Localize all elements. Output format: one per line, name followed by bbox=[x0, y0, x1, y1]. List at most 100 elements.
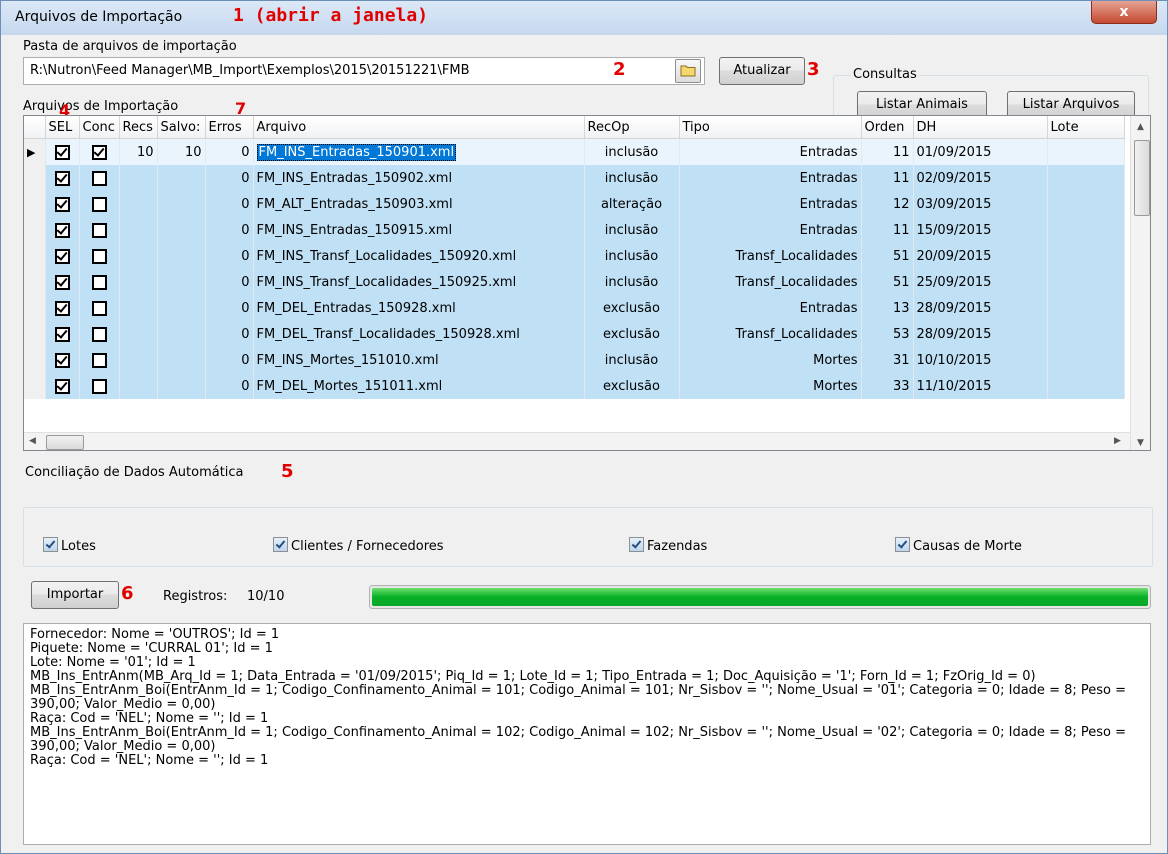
col-header[interactable]: Salvo: bbox=[157, 116, 206, 139]
sel-checkbox[interactable] bbox=[54, 300, 70, 316]
import-button[interactable]: Importar bbox=[31, 581, 119, 609]
recop-cell[interactable]: inclusão bbox=[584, 243, 680, 269]
recop-cell[interactable]: alteração bbox=[584, 191, 680, 217]
tipo-cell[interactable]: Transf_Localidades bbox=[679, 321, 862, 347]
arquivo-cell[interactable]: FM_INS_Mortes_151010.xml bbox=[253, 347, 585, 373]
arquivo-cell[interactable]: FM_ALT_Entradas_150903.xml bbox=[253, 191, 585, 217]
sel-checkbox[interactable] bbox=[54, 274, 70, 290]
recs-cell[interactable] bbox=[119, 191, 158, 217]
recop-cell[interactable]: inclusão bbox=[584, 138, 680, 165]
dh-cell[interactable]: 02/09/2015 bbox=[913, 165, 1048, 191]
recs-cell[interactable] bbox=[119, 321, 158, 347]
conc-cell[interactable] bbox=[79, 165, 120, 191]
lote-cell[interactable] bbox=[1047, 165, 1125, 191]
col-header[interactable]: RecOp bbox=[584, 116, 680, 139]
tipo-cell[interactable]: Mortes bbox=[679, 373, 862, 399]
arquivo-cell[interactable]: FM_INS_Entradas_150901.xml bbox=[253, 138, 585, 165]
sel-cell[interactable] bbox=[45, 217, 80, 243]
sel-cell[interactable] bbox=[45, 138, 80, 165]
conc-cell[interactable] bbox=[79, 347, 120, 373]
sel-checkbox[interactable] bbox=[54, 170, 70, 186]
conc-checkbox[interactable] bbox=[91, 144, 107, 160]
browse-folder-button[interactable] bbox=[675, 59, 701, 83]
dh-cell[interactable]: 01/09/2015 bbox=[913, 138, 1048, 165]
sel-checkbox[interactable] bbox=[54, 248, 70, 264]
recs-cell[interactable] bbox=[119, 217, 158, 243]
conc-cell[interactable] bbox=[79, 295, 120, 321]
recs-cell[interactable]: 10 bbox=[119, 138, 158, 165]
scroll-up-icon[interactable]: ▲ bbox=[1137, 122, 1144, 132]
col-header[interactable]: Erros bbox=[205, 116, 254, 139]
table-row[interactable]: 0 FM_DEL_Transf_Localidades_150928.xml exc… bbox=[24, 321, 1125, 347]
sel-checkbox[interactable] bbox=[54, 352, 70, 368]
conc-checkbox[interactable] bbox=[91, 222, 107, 238]
table-row[interactable]: 0 FM_INS_Entradas_150915.xml inclusão Entra… bbox=[24, 217, 1125, 243]
table-row[interactable]: 0 FM_DEL_Mortes_151011.xml exclusão Mortes 3… bbox=[24, 373, 1125, 399]
ordem-cell[interactable]: 31 bbox=[861, 347, 914, 373]
title-bar[interactable]: Arquivos de Importação 1 (abrir a janela… bbox=[1, 1, 1167, 35]
sel-checkbox[interactable] bbox=[54, 144, 70, 160]
dh-cell[interactable]: 15/09/2015 bbox=[913, 217, 1048, 243]
lote-cell[interactable] bbox=[1047, 269, 1125, 295]
row-indicator-cell[interactable]: ▶ bbox=[24, 138, 46, 165]
sel-cell[interactable] bbox=[45, 243, 80, 269]
conc-checkbox[interactable] bbox=[91, 170, 107, 186]
arquivo-cell[interactable]: FM_DEL_Transf_Localidades_150928.xml bbox=[253, 321, 585, 347]
erros-cell[interactable]: 0 bbox=[205, 295, 254, 321]
conc-checkbox[interactable] bbox=[91, 274, 107, 290]
lote-cell[interactable] bbox=[1047, 138, 1125, 165]
checkbox-causas-de-morte[interactable]: Causas de Morte bbox=[895, 537, 1022, 554]
import-files-grid[interactable]: SEL Conc Recs Salvo: Erros Arquivo RecOp… bbox=[23, 115, 1151, 451]
arquivo-cell[interactable]: FM_INS_Entradas_150915.xml bbox=[253, 217, 585, 243]
conc-cell[interactable] bbox=[79, 269, 120, 295]
table-row[interactable]: 0 FM_INS_Mortes_151010.xml inclusão Mortes 3… bbox=[24, 347, 1125, 373]
conc-cell[interactable] bbox=[79, 191, 120, 217]
sel-checkbox[interactable] bbox=[54, 196, 70, 212]
dh-cell[interactable]: 10/10/2015 bbox=[913, 347, 1048, 373]
erros-cell[interactable]: 0 bbox=[205, 269, 254, 295]
erros-cell[interactable]: 0 bbox=[205, 191, 254, 217]
horizontal-scrollbar[interactable]: ◀ ▶ bbox=[24, 432, 1130, 450]
salvos-cell[interactable] bbox=[157, 269, 206, 295]
sel-checkbox[interactable] bbox=[54, 326, 70, 342]
row-indicator-cell[interactable] bbox=[24, 321, 46, 347]
tipo-cell[interactable]: Transf_Localidades bbox=[679, 269, 862, 295]
salvos-cell[interactable]: 10 bbox=[157, 138, 206, 165]
table-row[interactable]: 0 FM_INS_Entradas_150902.xml inclusão Entra… bbox=[24, 165, 1125, 191]
conc-cell[interactable] bbox=[79, 321, 120, 347]
tipo-cell[interactable]: Entradas bbox=[679, 165, 862, 191]
sel-cell[interactable] bbox=[45, 191, 80, 217]
conc-checkbox[interactable] bbox=[91, 352, 107, 368]
row-indicator-cell[interactable] bbox=[24, 165, 46, 191]
col-header[interactable]: Tipo bbox=[679, 116, 862, 139]
row-indicator-cell[interactable] bbox=[24, 347, 46, 373]
row-indicator-cell[interactable] bbox=[24, 191, 46, 217]
salvos-cell[interactable] bbox=[157, 243, 206, 269]
erros-cell[interactable]: 0 bbox=[205, 373, 254, 399]
ordem-cell[interactable]: 51 bbox=[861, 243, 914, 269]
sel-cell[interactable] bbox=[45, 295, 80, 321]
erros-cell[interactable]: 0 bbox=[205, 217, 254, 243]
vertical-scrollbar[interactable]: ▲ ▼ bbox=[1130, 116, 1150, 450]
sel-cell[interactable] bbox=[45, 269, 80, 295]
lote-cell[interactable] bbox=[1047, 373, 1125, 399]
erros-cell[interactable]: 0 bbox=[205, 138, 254, 165]
recop-cell[interactable]: inclusão bbox=[584, 269, 680, 295]
arquivo-cell[interactable]: FM_INS_Entradas_150902.xml bbox=[253, 165, 585, 191]
dh-cell[interactable]: 11/10/2015 bbox=[913, 373, 1048, 399]
col-header[interactable]: Orden bbox=[861, 116, 914, 139]
recs-cell[interactable] bbox=[119, 243, 158, 269]
recs-cell[interactable] bbox=[119, 269, 158, 295]
arquivo-cell[interactable]: FM_INS_Transf_Localidades_150925.xml bbox=[253, 269, 585, 295]
table-row[interactable]: 0 FM_INS_Transf_Localidades_150920.xml inc… bbox=[24, 243, 1125, 269]
salvos-cell[interactable] bbox=[157, 347, 206, 373]
checkbox-lotes[interactable]: Lotes bbox=[43, 537, 96, 554]
tipo-cell[interactable]: Entradas bbox=[679, 191, 862, 217]
col-header[interactable]: Conc bbox=[79, 116, 120, 139]
recop-cell[interactable]: inclusão bbox=[584, 347, 680, 373]
sel-checkbox[interactable] bbox=[54, 222, 70, 238]
checkbox-clientes-fornecedores[interactable]: Clientes / Fornecedores bbox=[273, 537, 444, 554]
ordem-cell[interactable]: 11 bbox=[861, 217, 914, 243]
sel-cell[interactable] bbox=[45, 165, 80, 191]
sel-cell[interactable] bbox=[45, 321, 80, 347]
